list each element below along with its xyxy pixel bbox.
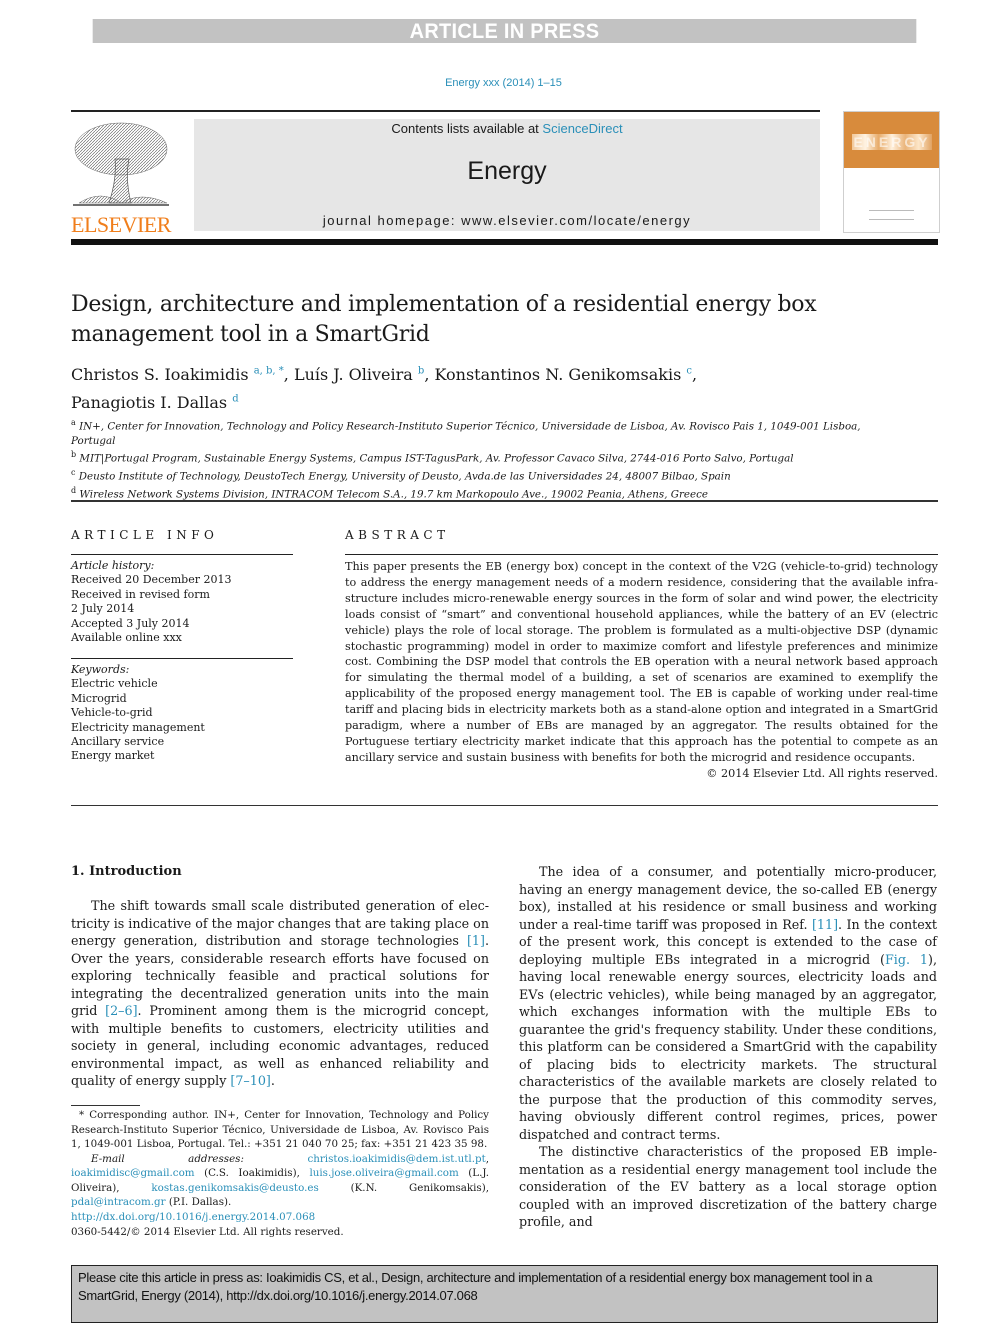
keywords-heading: Keywords: xyxy=(71,663,130,676)
contents-prefix: Contents lists available at xyxy=(391,121,543,136)
paper-title: Design, architecture and implementation … xyxy=(71,292,817,347)
doi-block: http://dx.doi.org/10.1016/j.energy.2014.… xyxy=(71,1210,344,1240)
cover-title: ENERGY xyxy=(852,134,932,150)
corresponding-author-footnote: * Corresponding author. IN+, Center for … xyxy=(71,1108,489,1210)
keywords-rule xyxy=(71,658,293,659)
keyword: Energy market xyxy=(71,749,155,763)
affiliation: b MIT|Portugal Program, Sustainable Ener… xyxy=(71,450,794,465)
history-item: 2 July 2014 xyxy=(71,602,135,616)
header-top-rule xyxy=(71,110,820,112)
abstract-text: This paper presents the EB (energy box) … xyxy=(345,560,938,764)
author-list: Christos S. Ioakimidis a, b, *, Luís J. … xyxy=(71,360,831,415)
article-history: Article history: Received 20 December 20… xyxy=(71,559,231,645)
affiliation: a IN+, Center for Innovation, Technology… xyxy=(71,418,861,447)
reference-link[interactable]: [2–6] xyxy=(105,1003,137,1018)
body-paragraph: The distinctive characteristics of the p… xyxy=(519,1144,937,1229)
reference-link[interactable]: [7–10] xyxy=(230,1073,270,1088)
body-paragraph: The shift towards small scale distribute… xyxy=(71,898,489,1088)
history-item: Available online xxx xyxy=(71,631,182,645)
email-link[interactable]: pdal@intracom.gr xyxy=(71,1196,166,1208)
article-in-press-banner: ARTICLE IN PRESS xyxy=(92,19,917,43)
author[interactable]: Luís J. Oliveira b, xyxy=(294,365,435,384)
journal-cover-thumbnail[interactable]: ENERGY xyxy=(843,111,940,233)
keyword: Electric vehicle xyxy=(71,677,158,691)
footnote-rule xyxy=(71,1105,140,1106)
contents-line: Contents lists available at ScienceDirec… xyxy=(194,121,820,136)
corresponding-author-note: * Corresponding author. IN+, Center for … xyxy=(71,1109,489,1150)
citation-notice-box: Please cite this article in press as: Io… xyxy=(71,1265,938,1323)
history-item: Received in revised form xyxy=(71,587,210,601)
author[interactable]: Christos S. Ioakimidis a, b, *, xyxy=(71,365,294,384)
article-info-rule xyxy=(71,554,293,555)
citation-notice-text: Please cite this article in press as: Io… xyxy=(78,1270,873,1303)
affiliations: a IN+, Center for Innovation, Technology… xyxy=(71,416,871,502)
header-thick-rule xyxy=(71,239,938,245)
author[interactable]: Konstantinos N. Genikomsakis c, xyxy=(434,365,697,384)
abstract-rule xyxy=(345,554,938,555)
keyword: Electricity management xyxy=(71,720,205,734)
history-item: Accepted 3 July 2014 xyxy=(71,616,190,630)
reference-link[interactable]: [11] xyxy=(812,917,838,932)
abstract-copyright: © 2014 Elsevier Ltd. All rights reserved… xyxy=(706,767,938,780)
keyword: Microgrid xyxy=(71,691,127,705)
article-info-heading: ARTICLE INFO xyxy=(71,528,219,542)
elsevier-wordmark: ELSEVIER xyxy=(71,212,171,237)
abstract-heading: ABSTRACT xyxy=(345,528,450,542)
body-column-left: The shift towards small scale distribute… xyxy=(71,897,489,1090)
email-link[interactable]: christos.ioakimidis@dem.ist.utl.pt xyxy=(307,1153,485,1165)
cover-publisher-mark xyxy=(869,210,914,220)
sciencedirect-link[interactable]: ScienceDirect xyxy=(542,121,622,136)
keyword: Vehicle-to-grid xyxy=(71,706,153,720)
history-item: Received 20 December 2013 xyxy=(71,573,232,587)
section-divider xyxy=(71,805,938,806)
body-column-right: The idea of a consumer, and potentially … xyxy=(519,863,937,1231)
issn-copyright: 0360-5442/© 2014 Elsevier Ltd. All right… xyxy=(71,1226,344,1238)
figure-link[interactable]: Fig. 1 xyxy=(885,952,928,967)
body-paragraph: The idea of a consumer, and potentially … xyxy=(519,864,937,1142)
section-heading-introduction: 1. Introduction xyxy=(71,864,182,879)
author[interactable]: Panagiotis I. Dallas d xyxy=(71,393,239,412)
keyword: Ancillary service xyxy=(71,735,165,749)
journal-name: Energy xyxy=(467,157,547,185)
email-link[interactable]: kostas.genikomsakis@deusto.es xyxy=(151,1182,318,1194)
author-affiliation-marker[interactable]: d xyxy=(232,393,238,404)
email-link[interactable]: ioakimidisc@gmail.com xyxy=(71,1167,195,1179)
author-affiliation-marker[interactable]: a, b, * xyxy=(254,366,284,377)
doi-link[interactable]: http://dx.doi.org/10.1016/j.energy.2014.… xyxy=(71,1211,315,1223)
email-addresses: E-mail addresses: christos.ioakimidis@de… xyxy=(71,1152,489,1209)
keywords: Keywords: Electric vehicle Microgrid Veh… xyxy=(71,663,205,764)
affiliation: c Deusto Institute of Technology, Deusto… xyxy=(71,468,731,483)
email-link[interactable]: luis.jose.oliveira@gmail.com xyxy=(309,1167,458,1179)
history-heading: Article history: xyxy=(71,559,155,572)
journal-homepage[interactable]: journal homepage: www.elsevier.com/locat… xyxy=(194,213,820,228)
journal-citation-link[interactable]: Energy xxx (2014) 1–15 xyxy=(0,77,992,89)
section-divider xyxy=(71,500,938,502)
tree-icon xyxy=(73,122,169,206)
reference-link[interactable]: [1] xyxy=(467,933,485,948)
